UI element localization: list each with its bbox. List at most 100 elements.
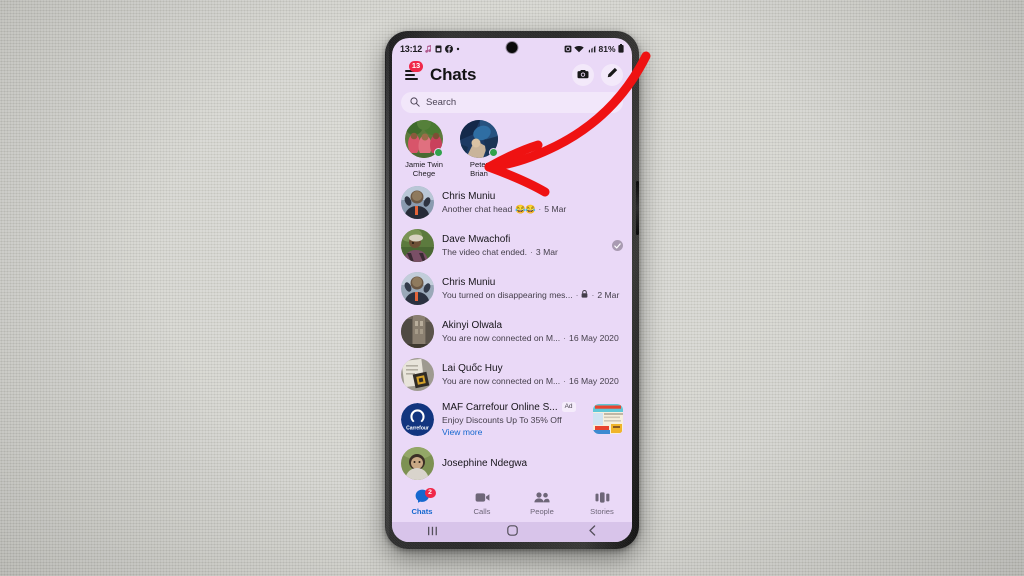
chat-list-item[interactable]: Chris Muniu You turned on disappearing m…: [392, 267, 632, 310]
nav-label-stories: Stories: [590, 507, 614, 516]
chat-list-item[interactable]: Akinyi Olwala You are now connected on M…: [392, 310, 632, 353]
chat-name: Lai Quốc Huy: [442, 363, 503, 374]
compose-button[interactable]: [601, 64, 623, 86]
ad-thumbnail[interactable]: [593, 404, 623, 434]
search-row: Search: [392, 91, 632, 119]
pencil-compose-icon: [606, 66, 618, 84]
avatar: [401, 229, 434, 262]
chat-preview: You are now connected on M... · 16 May 2…: [442, 332, 623, 344]
view-more-link[interactable]: View more: [442, 426, 585, 438]
chat-preview: Another chat head 😂😂 · 5 Mar: [442, 203, 623, 215]
active-now-label-line1: Peter: [469, 160, 489, 169]
more-dot-icon: [456, 47, 460, 51]
menu-button[interactable]: 13: [401, 60, 423, 86]
front-camera-punch-hole: [506, 42, 518, 53]
phone-side-button[interactable]: [636, 181, 639, 235]
nav-label-calls: Calls: [473, 507, 491, 516]
chat-timestamp: 5 Mar: [544, 204, 567, 214]
chat-timestamp: 16 May 2020: [569, 333, 619, 343]
chat-preview: The video chat ended. · 3 Mar: [442, 246, 604, 258]
avatar: Carrefour: [401, 402, 434, 436]
back-button[interactable]: [552, 523, 632, 541]
recents-button[interactable]: [392, 523, 472, 541]
chat-name: MAF Carrefour Online S...: [442, 401, 558, 413]
separator-dot: ·: [563, 333, 567, 343]
home-button[interactable]: [472, 523, 552, 541]
chat-snippet: You are now connected on M...: [442, 376, 561, 386]
battery-icon: [618, 44, 624, 53]
home-icon: [506, 523, 518, 541]
chat-snippet: You are now connected on M...: [442, 333, 561, 343]
video-camera-icon: [475, 490, 490, 508]
phone-device: 13:12 81% 13 Chats Search Jamie Twin Che…: [385, 31, 639, 549]
nav-item-chats[interactable]: 2 Chats: [392, 488, 452, 516]
nav-label-people: People: [530, 507, 554, 516]
avatar: [401, 272, 434, 305]
chat-list-item[interactable]: Chris Muniu Another chat head 😂😂 · 5 Mar: [392, 181, 632, 224]
active-now-label: Peter Brian: [470, 160, 488, 178]
cellular-signal-icon: [587, 45, 596, 53]
status-bar: 13:12 81%: [392, 38, 632, 59]
chat-list-item[interactable]: Josephine Ndegwa: [392, 442, 632, 485]
online-status-dot: [434, 148, 443, 157]
status-bar-time: 13:12: [400, 43, 423, 54]
avatar: [401, 186, 434, 219]
separator-dot: ·: [575, 290, 579, 300]
sponsored-chat-list-item[interactable]: Carrefour MAF Carrefour Online S... Ad E…: [392, 396, 632, 442]
android-navigation-bar: [392, 522, 632, 542]
emoji-label: 😂😂: [515, 204, 536, 214]
search-input[interactable]: Search: [401, 92, 623, 113]
active-now-row: Jamie Twin Chege Peter Brian: [392, 119, 632, 181]
back-icon: [588, 523, 597, 541]
active-now-label-line1: Jamie Twin: [405, 160, 443, 169]
app-header: 13 Chats: [392, 59, 632, 91]
nav-item-calls[interactable]: Calls: [452, 491, 512, 516]
active-now-label: Jamie Twin Chege: [405, 160, 443, 178]
nav-item-stories[interactable]: Stories: [572, 491, 632, 516]
chat-timestamp: 3 Mar: [535, 247, 558, 257]
search-icon: [410, 94, 420, 112]
recents-icon: [427, 523, 438, 541]
nav-badge-chats: 2: [424, 488, 436, 498]
chat-list-item[interactable]: Dave Mwachofi The video chat ended. · 3 …: [392, 224, 632, 267]
chat-list[interactable]: Chris Muniu Another chat head 😂😂 · 5 Mar: [392, 181, 632, 486]
separator-dot: ·: [538, 204, 542, 214]
alarm-icon: [564, 45, 572, 53]
chat-preview: You turned on disappearing mes... · · 2 …: [442, 289, 623, 301]
phone-screen: 13:12 81% 13 Chats Search Jamie Twin Che…: [392, 38, 632, 542]
bottom-navigation: 2 Chats Calls People Stories: [392, 486, 632, 522]
sim-card-icon: [435, 45, 442, 53]
chat-snippet: Another chat head: [442, 204, 513, 214]
chat-name: Akinyi Olwala: [442, 320, 503, 331]
battery-percent-label: 81%: [598, 43, 616, 54]
separator-dot: ·: [530, 247, 533, 257]
lock-icon: [581, 289, 588, 301]
facebook-icon: [445, 44, 454, 53]
nav-label-chats: Chats: [411, 507, 433, 516]
chat-list-item[interactable]: Lai Quốc Huy You are now connected on M.…: [392, 353, 632, 396]
chat-name: Josephine Ndegwa: [442, 458, 528, 469]
chat-timestamp: 16 May 2020: [569, 376, 619, 386]
avatar: [401, 447, 434, 480]
ad-badge: Ad: [561, 402, 576, 412]
active-now-item-jamie-twin-chege[interactable]: Jamie Twin Chege: [403, 120, 445, 178]
avatar: [401, 358, 434, 391]
message-seen-icon: [612, 240, 623, 251]
avatar-brand-label: Carrefour: [406, 425, 429, 431]
chat-snippet: You turned on disappearing mes...: [442, 290, 573, 300]
phone-edge-highlight: [386, 39, 389, 541]
chat-snippet: The video chat ended.: [442, 247, 528, 257]
page-title: Chats: [430, 65, 477, 84]
stories-icon: [595, 490, 610, 508]
nav-item-people[interactable]: People: [512, 491, 572, 516]
chat-name: Dave Mwachofi: [442, 234, 511, 245]
people-icon: [534, 490, 550, 508]
search-placeholder: Search: [426, 97, 457, 108]
chat-preview: Enjoy Discounts Up To 35% Off: [442, 414, 585, 426]
chat-timestamp: 2 Mar: [597, 290, 620, 300]
camera-button[interactable]: [572, 64, 594, 86]
chat-snippet: Enjoy Discounts Up To 35% Off: [442, 414, 562, 425]
chat-name: Chris Muniu: [442, 191, 496, 202]
chat-preview: You are now connected on M... · 16 May 2…: [442, 375, 623, 387]
active-now-item-peter-brian[interactable]: Peter Brian: [458, 120, 500, 178]
